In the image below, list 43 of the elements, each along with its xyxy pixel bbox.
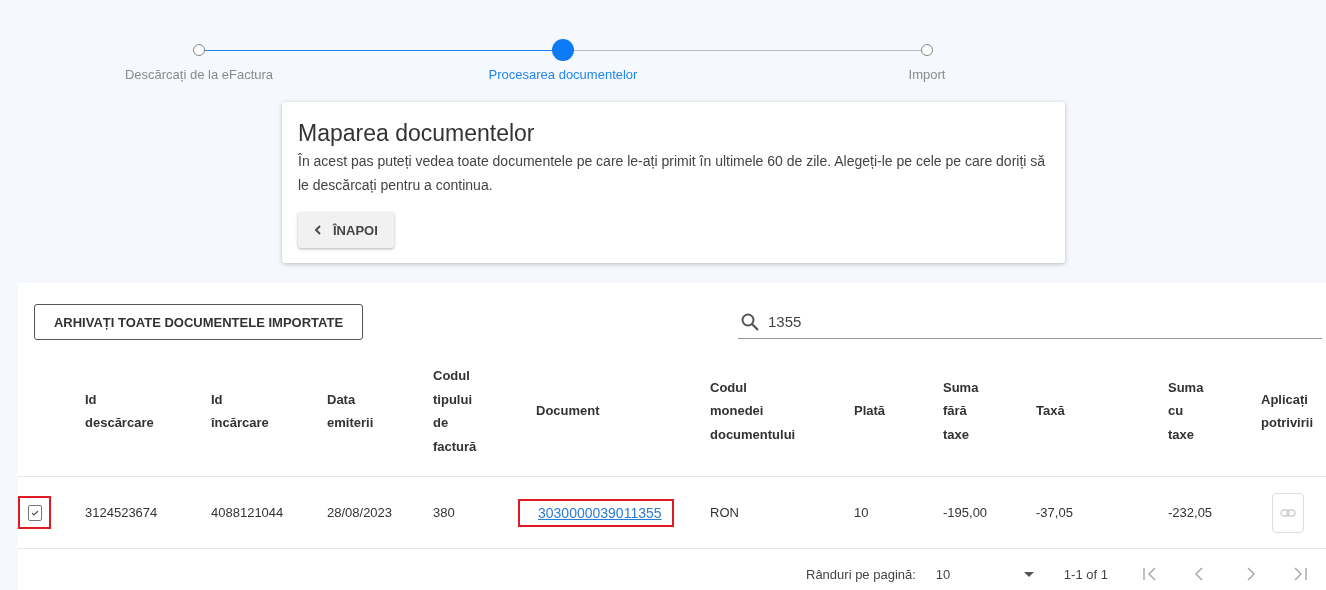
table-cell-text: 28/08/2023 [327,505,394,520]
column-header: Suma cu taxe [1168,378,1204,444]
column-header: Aplicați potrivirii [1261,390,1313,432]
column-header: Codul monedei documentului [710,378,796,444]
table-cell-text: 3124523674 [85,505,159,520]
check-icon [30,509,39,516]
step-label: Procesarea documentelor [488,67,638,82]
last-page-button[interactable] [1291,566,1308,582]
row-checkbox[interactable] [27,504,42,521]
column-header: Taxă [1036,402,1065,421]
chevron-left-icon [314,225,321,235]
page-range: 1-1 of 1 [1063,566,1108,582]
column-header: Id descărcare [85,390,154,432]
rows-per-page-select[interactable]: 10 [935,566,1034,582]
column-header: Suma fără taxe [943,378,979,444]
table-cell-text: -37,05 [1036,505,1074,520]
last-page-icon [1291,566,1308,582]
column-header: Data emiterii [327,390,374,432]
table-cell-text: RON [710,505,740,520]
table-cell-text: 4088121044 [211,505,285,520]
document-link[interactable]: 3030000039011355 [518,498,674,527]
table-cell-text: 10 [854,505,870,520]
card-description: În acest pas puteți vedea toate documentele pe care le-ați primit în ultimele 60 de zile. Alegeți-le pe cele pe care doriți să le descărcați pentru a continua. [298,152,1047,195]
column-header: Id încărcare [211,390,269,432]
table-cell-text: 380 [433,505,456,520]
search-field[interactable]: 1355 [738,305,1322,339]
first-page-button[interactable] [1141,566,1158,582]
rows-per-page-label: Rânduri pe pagină: [806,566,916,582]
step-label: Descărcați de la eFactura [124,67,274,82]
first-page-icon [1141,566,1158,582]
step-label: Import [908,67,946,82]
card-title: Maparea documentelor [298,120,536,147]
column-header: Document [536,402,600,421]
table-cell-text: -195,00 [943,505,989,520]
table-cell-text: -232,05 [1168,505,1214,520]
back-button[interactable]: ÎNAPOI [298,212,394,248]
archive-all-button[interactable]: ARHIVAȚI TOATE DOCUMENTELE IMPORTATE [34,304,363,340]
search-icon [740,311,760,332]
column-header: Codul tipului de factură [433,367,477,456]
link-icon [1280,508,1296,517]
dropdown-caret-icon [1023,571,1034,577]
apply-match-button[interactable] [1272,492,1304,533]
column-header: Plată [854,402,886,421]
